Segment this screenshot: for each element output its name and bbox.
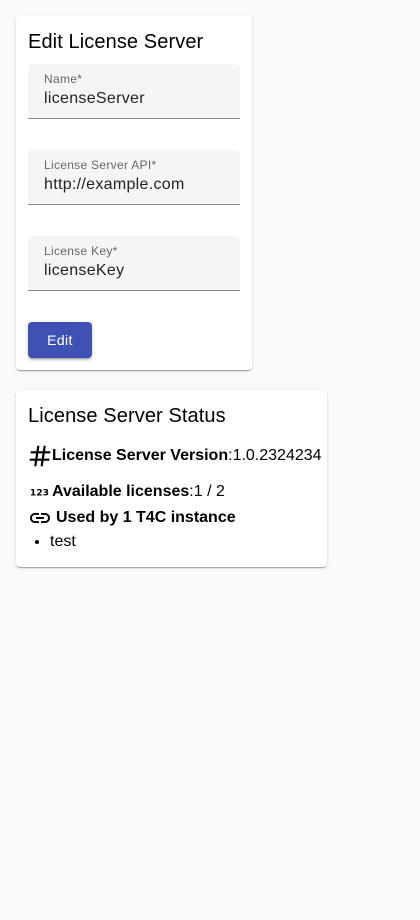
api-field-label: License Server API*: [44, 158, 157, 172]
version-row: License Server Version: 1.0.2324234: [28, 444, 322, 468]
license-server-api-input[interactable]: [44, 176, 229, 194]
link-icon: [28, 506, 52, 530]
licenses-value: 1 / 2: [193, 483, 225, 500]
version-label: License Server Version: [52, 447, 229, 464]
name-input[interactable]: [44, 90, 229, 108]
tag-icon: [28, 444, 52, 468]
svg-text:123: 123: [30, 488, 49, 499]
edit-license-server-card: Edit License Server Name* License Server…: [16, 16, 252, 370]
used-by-row: Used by 1 T4C instance: [28, 506, 236, 530]
instance-list: test: [28, 532, 76, 552]
list-item: test: [50, 532, 76, 552]
edit-button[interactable]: Edit: [28, 322, 92, 358]
licenses-row: 123 Available licenses: 1 / 2: [28, 480, 225, 504]
licenses-label: Available licenses: [52, 483, 190, 500]
name-field-label: Name*: [44, 72, 83, 86]
license-key-field[interactable]: License Key*: [28, 236, 240, 291]
numbers-icon: 123: [28, 480, 52, 504]
version-value: 1.0.2324234: [232, 447, 322, 464]
license-server-api-field[interactable]: License Server API*: [28, 150, 240, 205]
used-by-label: Used by 1 T4C instance: [56, 509, 236, 526]
license-key-input[interactable]: [44, 262, 229, 280]
edit-card-title: Edit License Server: [28, 31, 204, 53]
status-card-title: License Server Status: [28, 405, 226, 427]
name-field[interactable]: Name*: [28, 64, 240, 119]
license-key-field-label: License Key*: [44, 244, 118, 258]
license-server-status-card: License Server Status License Server Ver…: [16, 390, 327, 567]
